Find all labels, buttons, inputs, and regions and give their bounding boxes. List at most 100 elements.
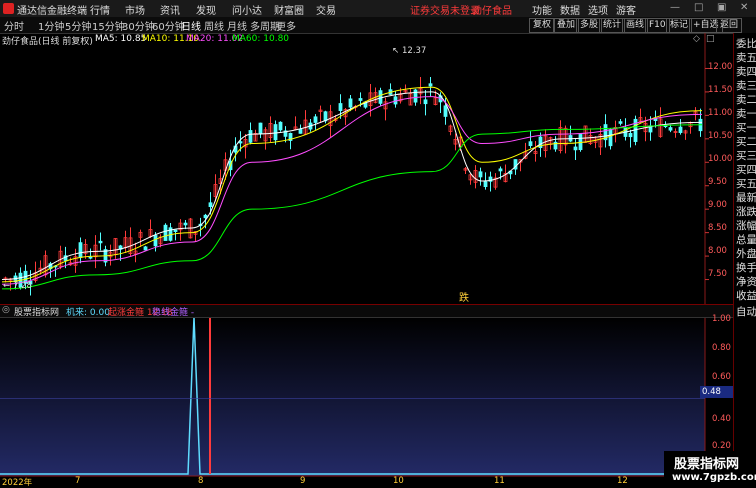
close-icon[interactable]: ✕ [740,2,748,13]
app-logo-icon [3,3,14,14]
menu-market[interactable]: 市场 [125,2,145,17]
watermark-title: 股票指标网 [674,457,740,472]
menu-wealth[interactable]: 财富圈 [274,2,304,17]
side-item[interactable]: 买二 [736,136,756,149]
tab-15min[interactable]: 15分钟 [92,18,125,33]
indicator-name[interactable]: 股票指标网 [14,305,59,318]
tab-weekly[interactable]: 周线 [204,18,224,33]
candle-body [78,242,83,258]
price-tick: 11.50 [708,85,733,95]
candle-body [678,126,683,133]
side-item[interactable]: 最新 [736,192,756,205]
watermark-url: www.7gpzb.com [672,472,756,483]
candle-body [238,141,243,144]
tab-monthly[interactable]: 月线 [227,18,247,33]
side-item[interactable]: 换手 [736,262,756,275]
menu-guest[interactable]: 游客 [616,2,636,17]
indicator-tick: 1.00 [712,314,731,324]
back-button[interactable]: 返回 [716,18,743,33]
menu-function[interactable]: 功能 [532,2,552,17]
candle-body [573,146,578,151]
side-item[interactable]: 卖三 [736,80,756,93]
candle-body [313,116,318,123]
candle-body [258,122,263,134]
tab-60min[interactable]: 60分钟 [152,18,185,33]
indicator-value-1: 机来: 0.00 [66,308,110,318]
app-title: 通达信金融终端 [17,6,87,17]
candle-body [423,99,428,105]
side-item[interactable]: 买三 [736,150,756,163]
side-item[interactable]: 总量 [736,234,756,247]
tab-30min[interactable]: 30分钟 [122,18,155,33]
candle-body [338,103,343,111]
side-item[interactable]: 涨幅 [736,220,756,233]
stock-link[interactable]: 劲仔食品 [472,2,512,17]
candle-body [183,222,188,226]
maximize-icon[interactable]: □ [694,2,703,13]
menu-ask[interactable]: 问小达 [232,2,262,17]
side-item[interactable]: 净资 [736,276,756,289]
signal-label: 跌 [459,293,469,304]
side-item[interactable]: 买五 [736,178,756,191]
price-tick: 8.50 [708,223,727,233]
candle-body [498,168,503,172]
ma60-line [1,124,703,290]
tab-daily[interactable]: 日线 [181,18,201,33]
indicator-current-value: 0.48 [700,386,733,398]
x-tick: 7 [75,476,81,486]
side-item[interactable]: 卖四 [736,66,756,79]
candle-body [358,98,363,101]
price-tick: 8.00 [708,246,727,256]
tab-intraday[interactable]: 分时 [4,18,24,33]
price-tick: 10.50 [708,131,733,141]
side-item[interactable]: 卖五 [736,52,756,65]
side-item[interactable]: 外盘 [736,248,756,261]
tab-1min[interactable]: 1分钟 [38,18,64,33]
indicator-menu-icon[interactable]: ◎ [2,305,10,315]
candle-body [413,89,418,103]
candle-body [273,124,278,141]
menu-options[interactable]: 选项 [588,2,608,17]
tab-5min[interactable]: 5分钟 [65,18,91,33]
candle-body [163,224,168,241]
adjust-button[interactable]: 复权 [529,18,556,33]
menu-trade[interactable]: 交易 [316,2,336,17]
x-tick: 8 [198,476,204,486]
candle-body [443,105,448,117]
side-item[interactable]: 收益 [736,290,756,303]
low-arrow-icon: ← [3,281,11,291]
candle-body [608,129,613,147]
tab-more[interactable]: 更多 [276,18,296,33]
candle-body [98,240,103,244]
menu-bar: 通达信金融终端 行情 市场 资讯 发现 问小达 财富圈 交易 证券交易未登录 劲… [0,0,756,18]
candle-body [88,256,93,259]
restore-icon[interactable]: ▣ [717,2,726,13]
side-item[interactable]: 买四 [736,164,756,177]
price-tick: 12.00 [708,62,733,72]
menu-discover[interactable]: 发现 [196,2,216,17]
indicator-tick: 0.20 [712,441,731,451]
quote-side-panel: 委比 卖五 卖四 卖三 卖二 卖一 买一 买二 买三 买四 买五 最新 涨跌 涨… [733,33,756,487]
kline-chart[interactable] [0,33,733,487]
candle-body [478,171,483,178]
candle-body [173,229,178,232]
side-item[interactable]: 卖一 [736,108,756,121]
side-item[interactable]: 委比 [736,38,756,51]
login-notice[interactable]: 证券交易未登录 [410,2,480,17]
candle-body [378,90,383,104]
minimize-icon[interactable]: — [670,2,680,13]
x-tick: 11 [494,476,505,486]
side-item[interactable]: 卖二 [736,94,756,107]
side-item[interactable]: 自动 [736,306,756,319]
candle-body [298,128,303,134]
x-tick: 2022年 [2,478,33,488]
candle-body [143,246,148,251]
menu-news[interactable]: 资讯 [160,2,180,17]
price-axis: 12.00 11.50 11.00 10.50 10.00 9.50 9.00 … [705,45,733,303]
price-tick: 7.50 [708,269,727,279]
candle-body [208,202,213,208]
menu-quotes[interactable]: 行情 [90,2,110,17]
side-item[interactable]: 涨跌 [736,206,756,219]
side-item[interactable]: 买一 [736,122,756,135]
menu-data[interactable]: 数据 [560,2,580,17]
